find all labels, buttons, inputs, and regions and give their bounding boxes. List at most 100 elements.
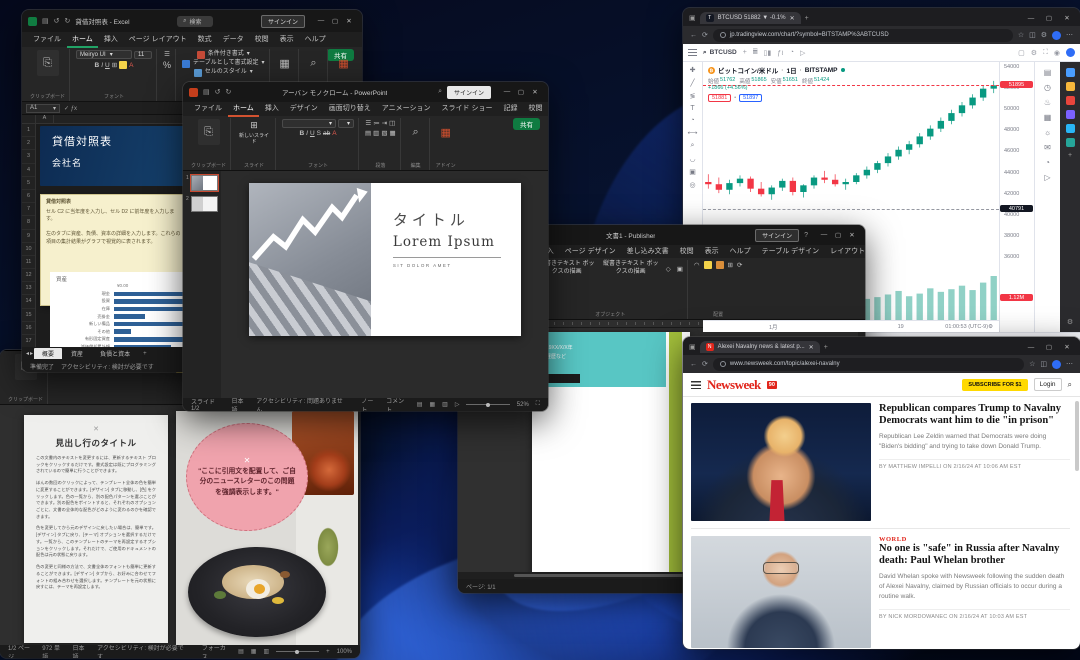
chart-settings-icon[interactable] — [1031, 49, 1037, 57]
compare-icon[interactable] — [743, 49, 747, 56]
new-tab-button[interactable] — [824, 344, 828, 351]
profile-avatar[interactable] — [1052, 360, 1061, 369]
zoom-level[interactable]: 100% — [337, 649, 352, 655]
zoom-in-icon[interactable] — [326, 649, 330, 655]
favorite-icon[interactable] — [1018, 31, 1024, 39]
sidebar-app-icon[interactable] — [1066, 124, 1075, 133]
row-header[interactable]: 3 — [22, 150, 35, 163]
sheet-nav-left-icon[interactable]: ◂ — [26, 350, 29, 357]
interval-icon[interactable]: 𝄜 — [753, 49, 758, 57]
fit-slide-icon[interactable]: ⛶ — [536, 401, 540, 408]
row-header[interactable]: 5 — [22, 177, 35, 190]
tab-search-icon[interactable]: ▣ — [689, 343, 696, 351]
watchlist-icon[interactable]: ▤ — [1044, 68, 1052, 77]
fullscreen-icon[interactable]: ⛶ — [1043, 49, 1048, 57]
time-axis[interactable]: 1月 19 01:00:53 (UTC-9) — [703, 320, 999, 332]
ribbon-tab[interactable]: レイアウト — [825, 244, 865, 260]
measure-tool-icon[interactable]: ⟷ — [687, 129, 697, 137]
powerpoint-window[interactable]: アーバン モノクローム - PowerPoint サインイン ファイルホーム挿入… — [183, 82, 548, 411]
align-icon[interactable]: ☰ — [164, 50, 170, 58]
symbol-exchange[interactable]: BITSTAMP — [805, 67, 838, 74]
maximize-button[interactable] — [1042, 343, 1056, 351]
article-item[interactable]: Republican compares Trump to Navalny Dem… — [691, 403, 1070, 521]
address-bar[interactable]: www.newsweek.com/topic/alexei-navalny — [713, 358, 1024, 371]
trump-photo[interactable] — [691, 403, 871, 521]
italic-button[interactable]: I — [101, 62, 103, 69]
site-info-icon[interactable] — [720, 32, 726, 38]
menu-icon[interactable] — [688, 49, 697, 56]
alerts-icon[interactable]: ◷ — [1044, 83, 1051, 92]
slide-title[interactable]: タイトル — [393, 209, 521, 230]
emoji-tool-icon[interactable]: ◔ — [690, 117, 694, 124]
sidebar-app-icon[interactable] — [1066, 110, 1075, 119]
columns-icon[interactable]: ◫ — [389, 119, 395, 127]
underline-button[interactable]: U — [310, 130, 315, 137]
zoom-slider[interactable] — [276, 651, 319, 652]
resume-entry-block[interactable]: 19XX/X/X年経歴など — [532, 332, 666, 374]
row-header[interactable]: 13 — [22, 282, 35, 295]
numbering-icon[interactable]: ≔ — [373, 119, 380, 127]
find-button[interactable] — [407, 119, 425, 145]
maximize-button[interactable] — [1042, 14, 1056, 22]
ribbon-tab[interactable]: 差し込み文書 — [622, 244, 674, 260]
ribbon-tab[interactable]: 校閲 — [250, 32, 274, 48]
row-header[interactable]: 10 — [22, 243, 35, 256]
back-icon[interactable] — [690, 361, 697, 368]
font-name-select[interactable]: Meiryo UI — [76, 50, 132, 59]
text-tool-icon[interactable]: T — [690, 105, 694, 112]
subscribe-button[interactable]: SUBSCRIBE FOR $1 — [962, 379, 1027, 391]
alert-icon[interactable]: ◔ — [790, 49, 794, 56]
row-header[interactable]: 1 — [22, 124, 35, 137]
ribbon-tab[interactable]: スライド ショー — [437, 101, 498, 117]
bold-button[interactable]: B — [95, 62, 100, 69]
sidebar-settings-icon[interactable] — [1067, 318, 1073, 326]
ribbon-tab[interactable]: ヘルプ — [300, 32, 331, 48]
ribbon-tab[interactable]: ホーム — [228, 101, 259, 117]
clock[interactable]: 01:00:53 (UTC-9) — [945, 324, 988, 330]
fill-color-button[interactable] — [119, 61, 127, 69]
row-header[interactable]: 4 — [22, 164, 35, 177]
share-button[interactable]: 共有 — [513, 118, 540, 130]
minimize-button[interactable] — [1024, 15, 1038, 22]
page-indicator[interactable]: ページ: 1/1 — [466, 582, 496, 591]
save-icon[interactable] — [42, 17, 49, 25]
slide-1[interactable]: タイトル Lorem Ipsum SIT DOLOR AMET — [249, 183, 521, 336]
sections-menu-icon[interactable] — [691, 381, 701, 389]
font-color-button[interactable]: A — [129, 62, 133, 69]
ribbon-tab[interactable]: アニメーション — [377, 101, 436, 117]
redo-icon[interactable] — [226, 88, 232, 96]
slide-caption[interactable]: SIT DOLOR AMET — [393, 263, 521, 268]
row-header[interactable]: 8 — [22, 216, 35, 229]
ribbon-tab[interactable]: 数式 — [193, 32, 217, 48]
font-name-select[interactable] — [282, 119, 336, 128]
trendline-tool-icon[interactable]: ╱ — [690, 79, 694, 87]
tab-close-icon[interactable] — [790, 15, 795, 22]
bring-forward-icon[interactable] — [704, 261, 712, 269]
align-center-icon[interactable]: ▥ — [373, 129, 379, 137]
minimize-button[interactable] — [500, 88, 514, 96]
bold-button[interactable]: B — [299, 130, 304, 137]
hide-tool-icon[interactable]: ◎ — [689, 181, 695, 189]
quote-circle[interactable]: ✕ "ここに引用文を配置して、ご自分のニュースレターのこの問題を強調表示します。… — [186, 423, 308, 531]
font-color-button[interactable]: A — [332, 130, 336, 137]
newsweek-browser-window[interactable]: ▣ N Alexei Navalny news & latest p... ww… — [683, 337, 1080, 649]
sidebar-app-icon[interactable] — [1066, 138, 1075, 147]
addins-button[interactable]: ▦ — [335, 50, 353, 76]
slide-sorter-icon[interactable]: ▦ — [429, 401, 435, 408]
slide-indicator[interactable]: スライド 1/2 — [191, 397, 225, 411]
minimize-button[interactable] — [1024, 344, 1038, 351]
rotate-icon[interactable]: ⟳ — [737, 261, 742, 269]
browser-tab[interactable]: T BTCUSD 51882 ▼ -0.1% — [700, 12, 801, 24]
indent-icon[interactable]: ⇥ — [382, 119, 387, 127]
justify-icon[interactable]: ▦ — [389, 129, 395, 137]
word-page-1[interactable]: ✕ 見出し行のタイトル この文書内のテキストを変更するには、更新するテキスト ブ… — [24, 415, 168, 643]
paste-button[interactable]: ⎘ — [37, 50, 59, 76]
ribbon-tab[interactable]: ヘルプ — [725, 244, 756, 260]
cells-button[interactable]: ▦ — [276, 50, 294, 76]
slide-canvas[interactable]: タイトル Lorem Ipsum SIT DOLOR AMET — [221, 171, 548, 398]
save-icon[interactable] — [203, 88, 210, 96]
buy-price-button[interactable]: 51897 — [739, 94, 762, 102]
tv-account-avatar[interactable] — [1066, 48, 1075, 57]
maximize-button[interactable] — [831, 231, 845, 239]
close-button[interactable] — [342, 17, 356, 25]
